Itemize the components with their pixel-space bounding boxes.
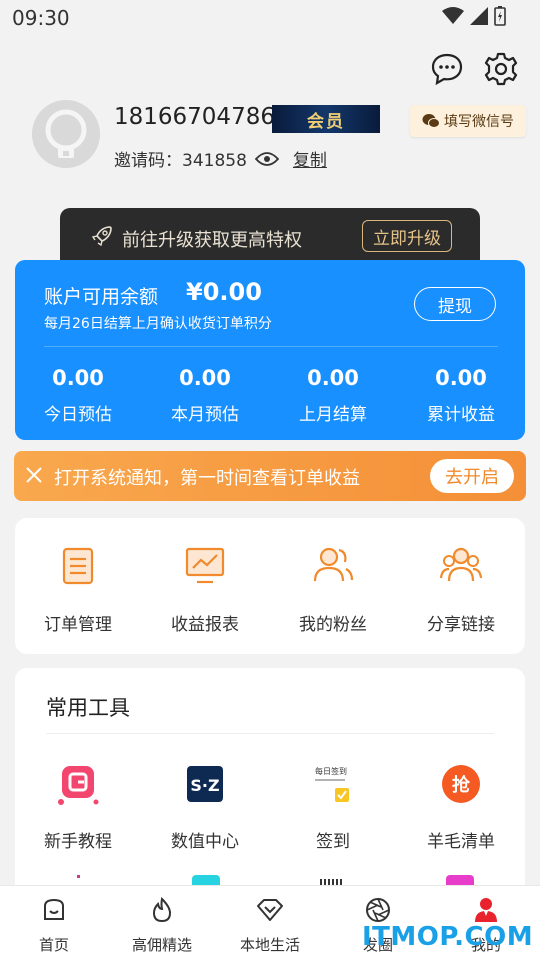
function-label: 我的粉丝 — [299, 615, 367, 635]
tool-data-center[interactable]: S·Z 数值中心 — [141, 764, 269, 852]
watermark: ITMOP.COM — [362, 922, 534, 952]
tab-local-life[interactable]: 本地生活 — [216, 896, 324, 955]
checkin-icon: 每日签到 — [315, 766, 349, 802]
tab-label: 本地生活 — [239, 936, 300, 954]
earnings-report[interactable]: 收益报表 — [141, 544, 269, 635]
tool-label: 数值中心 — [171, 832, 239, 852]
tool-label: 新手教程 — [44, 832, 112, 852]
stat-label: 今日预估 — [44, 405, 112, 425]
next-row-peek — [192, 875, 220, 885]
stat-today-estimate[interactable]: 0.00 今日预估 — [14, 366, 142, 425]
upgrade-now-button[interactable]: 立即升级 — [362, 220, 452, 252]
share-link[interactable]: 分享链接 — [397, 544, 525, 635]
enable-notification-button[interactable]: 去开启 — [430, 459, 514, 493]
withdraw-button[interactable]: 提现 — [414, 287, 496, 321]
tool-beginner-tutorial[interactable]: 新手教程 — [14, 764, 142, 852]
chat-bubble-icon[interactable] — [430, 52, 464, 86]
sz-data-icon: S·Z — [187, 766, 223, 802]
fans-icon — [313, 547, 354, 582]
wifi-icon — [442, 7, 464, 24]
upgrade-text: 前往升级获取更高特权 — [122, 230, 302, 251]
status-time: 09:30 — [12, 6, 70, 30]
fill-wechat-label: 填写微信号 — [444, 114, 514, 130]
stat-value: 0.00 — [435, 366, 487, 390]
stat-value: 0.00 — [179, 366, 231, 390]
fill-wechat-button[interactable]: 填写微信号 — [410, 105, 526, 137]
flame-icon — [152, 896, 172, 923]
next-row-peek — [68, 875, 88, 885]
vip-badge: 会员 — [272, 105, 380, 133]
chart-report-icon — [185, 547, 225, 584]
stat-value: 0.00 — [52, 366, 104, 390]
tools-divider — [46, 733, 494, 734]
function-label: 分享链接 — [427, 615, 495, 635]
function-label: 收益报表 — [171, 615, 239, 635]
signal-icon — [470, 7, 488, 25]
invite-label: 邀请码： — [114, 151, 182, 171]
gear-icon[interactable] — [484, 52, 518, 86]
camera-aperture-icon — [366, 898, 390, 922]
battery-icon — [494, 6, 506, 26]
tool-label: 签到 — [316, 832, 350, 852]
tab-label: 首页 — [38, 936, 69, 954]
balance-title: 账户可用余额 — [44, 286, 159, 308]
invite-code: 341858 — [182, 151, 247, 171]
svg-text:S·Z: S·Z — [190, 776, 219, 795]
balance-amount: ¥0.00 — [186, 278, 262, 306]
tool-deals-list[interactable]: 抢 羊毛清单 — [397, 764, 525, 852]
stat-label: 累计收益 — [427, 405, 495, 425]
stat-value: 0.00 — [307, 366, 359, 390]
stat-last-month-settled[interactable]: 0.00 上月结算 — [269, 366, 397, 425]
checkin-icon-text: 每日签到 — [315, 766, 347, 776]
invite-code-row: 邀请码：341858 复制 — [114, 146, 327, 171]
stat-total-earnings[interactable]: 0.00 累计收益 — [397, 366, 525, 425]
share-group-icon — [439, 547, 483, 582]
next-row-peek — [446, 875, 474, 885]
eye-icon[interactable] — [254, 151, 279, 167]
svg-text:抢: 抢 — [452, 774, 471, 796]
tutorial-icon — [58, 766, 99, 805]
grab-deals-icon: 抢 — [442, 765, 480, 803]
copy-link[interactable]: 复制 — [293, 146, 327, 171]
balance-divider — [44, 346, 498, 347]
order-management[interactable]: 订单管理 — [14, 544, 142, 635]
order-list-icon — [62, 547, 94, 585]
tab-home[interactable]: 首页 — [0, 896, 108, 955]
function-label: 订单管理 — [44, 615, 112, 635]
stat-month-estimate[interactable]: 0.00 本月预估 — [141, 366, 269, 425]
balance-subtitle: 每月26日结算上月确认收货订单积分 — [44, 316, 272, 332]
phone-number: 18166704786 — [114, 104, 275, 130]
tool-checkin[interactable]: 每日签到 签到 — [269, 764, 397, 852]
profile-icon — [475, 898, 497, 922]
tool-label: 羊毛清单 — [427, 832, 495, 852]
tools-title: 常用工具 — [46, 696, 130, 720]
close-icon[interactable] — [24, 465, 44, 485]
wechat-icon — [422, 114, 440, 128]
stat-label: 本月预估 — [171, 405, 239, 425]
my-fans[interactable]: 我的粉丝 — [269, 544, 397, 635]
avatar[interactable] — [32, 100, 100, 168]
status-icons — [442, 6, 506, 26]
tab-high-commission[interactable]: 高佣精选 — [108, 896, 216, 955]
stat-label: 上月结算 — [299, 405, 367, 425]
notification-text: 打开系统通知，第一时间查看订单收益 — [54, 468, 360, 489]
diamond-icon — [257, 899, 283, 921]
rocket-icon — [91, 226, 112, 247]
home-icon — [44, 898, 64, 920]
tab-label: 高佣精选 — [131, 936, 192, 954]
default-avatar-icon — [32, 100, 100, 168]
